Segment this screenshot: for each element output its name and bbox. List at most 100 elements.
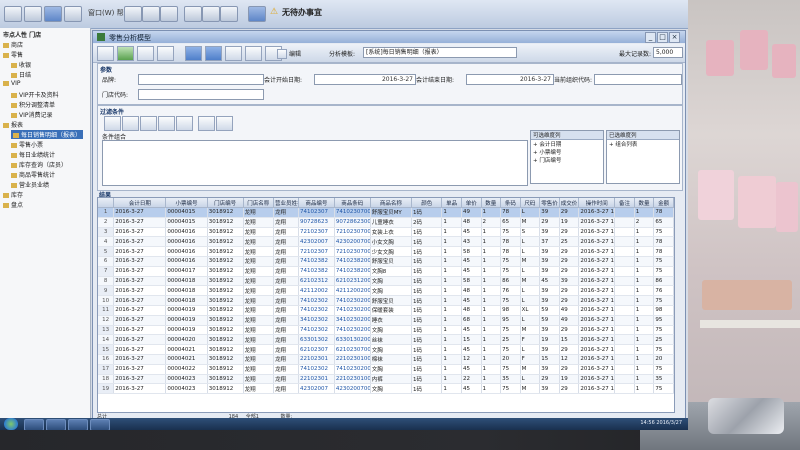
table-cell[interactable]: 1 (441, 364, 462, 375)
table-cell[interactable]: 龙翔 (273, 295, 299, 306)
table-cell[interactable]: 龙翔 (273, 236, 299, 248)
explorer-icon[interactable] (24, 419, 44, 430)
table-cell[interactable]: 1 (634, 354, 655, 365)
table-row[interactable]: 11 2016-3-27 00004019 3018912 龙翔 龙翔 74102302 74… (98, 305, 674, 316)
table-cell[interactable] (614, 374, 635, 385)
refresh-icon[interactable] (117, 46, 134, 61)
table-cell[interactable]: 34102302 (298, 315, 335, 326)
table-cell[interactable]: 42112002001 (334, 285, 371, 297)
column-header[interactable]: 金额 (653, 198, 674, 208)
table-cell[interactable]: 1 (481, 256, 502, 267)
table-row[interactable]: 8 2016-3-27 00004018 3018912 龙翔 龙翔 62102312 621… (98, 276, 674, 287)
table-cell[interactable]: 1码 (411, 374, 443, 385)
table-cell[interactable]: 00004020 (165, 334, 208, 346)
table-cell[interactable]: 29 (539, 374, 560, 385)
nav-item[interactable]: 商店 (3, 40, 23, 49)
table-cell[interactable]: 1 (481, 315, 502, 326)
table-cell[interactable]: 45 (461, 256, 482, 267)
table-cell[interactable]: 1 (441, 374, 462, 385)
table-cell[interactable]: S (520, 227, 541, 238)
table-cell[interactable]: 3018912 (207, 236, 244, 248)
table-cell[interactable]: 龙翔 (243, 344, 274, 355)
table-cell[interactable]: 12 (461, 354, 482, 365)
table-cell[interactable]: 72102307 (298, 227, 335, 238)
table-cell[interactable]: 75 (653, 256, 674, 267)
table-cell[interactable]: F (520, 354, 541, 365)
start-date-field[interactable]: 2016-3-27 (314, 74, 416, 85)
table-cell[interactable]: 2016-3-27 (113, 325, 167, 336)
table-row[interactable]: 7 2016-3-27 00004017 3018912 龙翔 龙翔 74102382 741… (98, 266, 674, 277)
column-header[interactable]: 会计日期 (113, 198, 167, 208)
export-icon[interactable] (245, 46, 262, 61)
table-cell[interactable]: 文胸 (370, 276, 412, 287)
table-cell[interactable]: 1 (634, 256, 655, 267)
table-cell[interactable]: 3018912 (207, 325, 244, 336)
condition-box[interactable] (102, 140, 528, 186)
dim-item[interactable]: + 组合列表 (607, 140, 679, 148)
table-cell[interactable]: 15 (461, 334, 482, 346)
table-cell[interactable]: 39 (539, 383, 560, 395)
table-cell[interactable]: 龙翔 (273, 305, 299, 316)
table-cell[interactable]: L (520, 246, 541, 257)
table-cell[interactable] (614, 236, 635, 248)
table-cell[interactable]: 00004016 (165, 227, 208, 238)
table-cell[interactable]: 62102312006 (334, 276, 371, 287)
table-cell[interactable]: 2016-3-27 (113, 354, 167, 365)
table-cell[interactable]: 1 (481, 344, 502, 355)
table-cell[interactable]: 75 (500, 295, 521, 306)
table-cell[interactable]: 45 (461, 383, 482, 395)
table-cell[interactable]: 29 (559, 364, 580, 375)
template-select[interactable]: [系统]每日销售明细（报表） (363, 47, 517, 58)
table-cell[interactable]: 29 (559, 246, 580, 257)
table-cell[interactable]: 棉袜 (370, 354, 412, 365)
dim-item[interactable]: + 门店编号 (531, 156, 603, 164)
table-cell[interactable]: 1 (441, 256, 462, 267)
table-cell[interactable]: 2016-3-27 14:40 (578, 246, 616, 257)
table-cell[interactable] (614, 354, 635, 365)
home-icon[interactable] (4, 6, 22, 22)
table-cell[interactable]: 74102302 (298, 325, 335, 336)
table-cell[interactable]: 2016-3-27 (113, 285, 167, 297)
table-cell[interactable]: 65 (653, 217, 674, 228)
column-header[interactable]: 门店名称 (243, 198, 274, 208)
table-cell[interactable]: 86 (500, 276, 521, 287)
table-cell[interactable]: 00004018 (165, 276, 208, 287)
table-cell[interactable]: L (520, 344, 541, 355)
max-records-field[interactable]: 5,000 (653, 47, 683, 58)
nav-item[interactable]: VIP (3, 80, 21, 87)
end-date-field[interactable]: 2016-3-27 (466, 74, 554, 85)
table-cell[interactable]: 42302007 (298, 383, 335, 395)
table-cell[interactable]: 龙翔 (243, 246, 274, 257)
table-cell[interactable]: 39 (559, 276, 580, 287)
table-cell[interactable]: 龙翔 (273, 364, 299, 375)
table-cell[interactable]: 1 (441, 207, 462, 218)
tile-icon[interactable] (64, 6, 82, 22)
table-cell[interactable]: 3018912 (207, 207, 244, 218)
table-cell[interactable]: 2016-3-27 14:45 (578, 305, 616, 316)
table-cell[interactable]: 3018912 (207, 344, 244, 355)
table-cell[interactable]: 2016-3-27 14:37 (578, 227, 616, 238)
table-cell[interactable]: 1码 (411, 383, 443, 395)
table-cell[interactable]: 75 (653, 364, 674, 375)
table-cell[interactable]: 龙翔 (273, 354, 299, 365)
table-cell[interactable]: 内裤 (370, 374, 412, 385)
table-cell[interactable]: 文胸 (370, 383, 412, 395)
table-cell[interactable] (614, 266, 635, 277)
table-cell[interactable]: 62102312 (298, 276, 335, 287)
table-cell[interactable]: 1 (481, 374, 502, 385)
table-cell[interactable]: 文胸8 (370, 266, 412, 277)
table-cell[interactable]: 00004019 (165, 315, 208, 326)
table-cell[interactable]: 1 (481, 266, 502, 277)
table-cell[interactable]: 2016-3-27 (113, 266, 167, 277)
back-icon[interactable] (24, 6, 42, 22)
table-cell[interactable]: 1 (481, 227, 502, 238)
table-cell[interactable]: L (520, 236, 541, 248)
table-row[interactable]: 5 2016-3-27 00004016 3018912 龙翔 龙翔 72102307 721… (98, 246, 674, 257)
table-cell[interactable]: 3018912 (207, 246, 244, 257)
table-icon[interactable] (205, 46, 222, 61)
table-cell[interactable]: 1码 (411, 207, 443, 218)
table-cell[interactable]: 2016-3-27 (113, 256, 167, 267)
table-cell[interactable]: 00004018 (165, 295, 208, 306)
table-cell[interactable]: 2016-3-27 (113, 207, 167, 218)
table-cell[interactable]: 1 (441, 236, 462, 248)
